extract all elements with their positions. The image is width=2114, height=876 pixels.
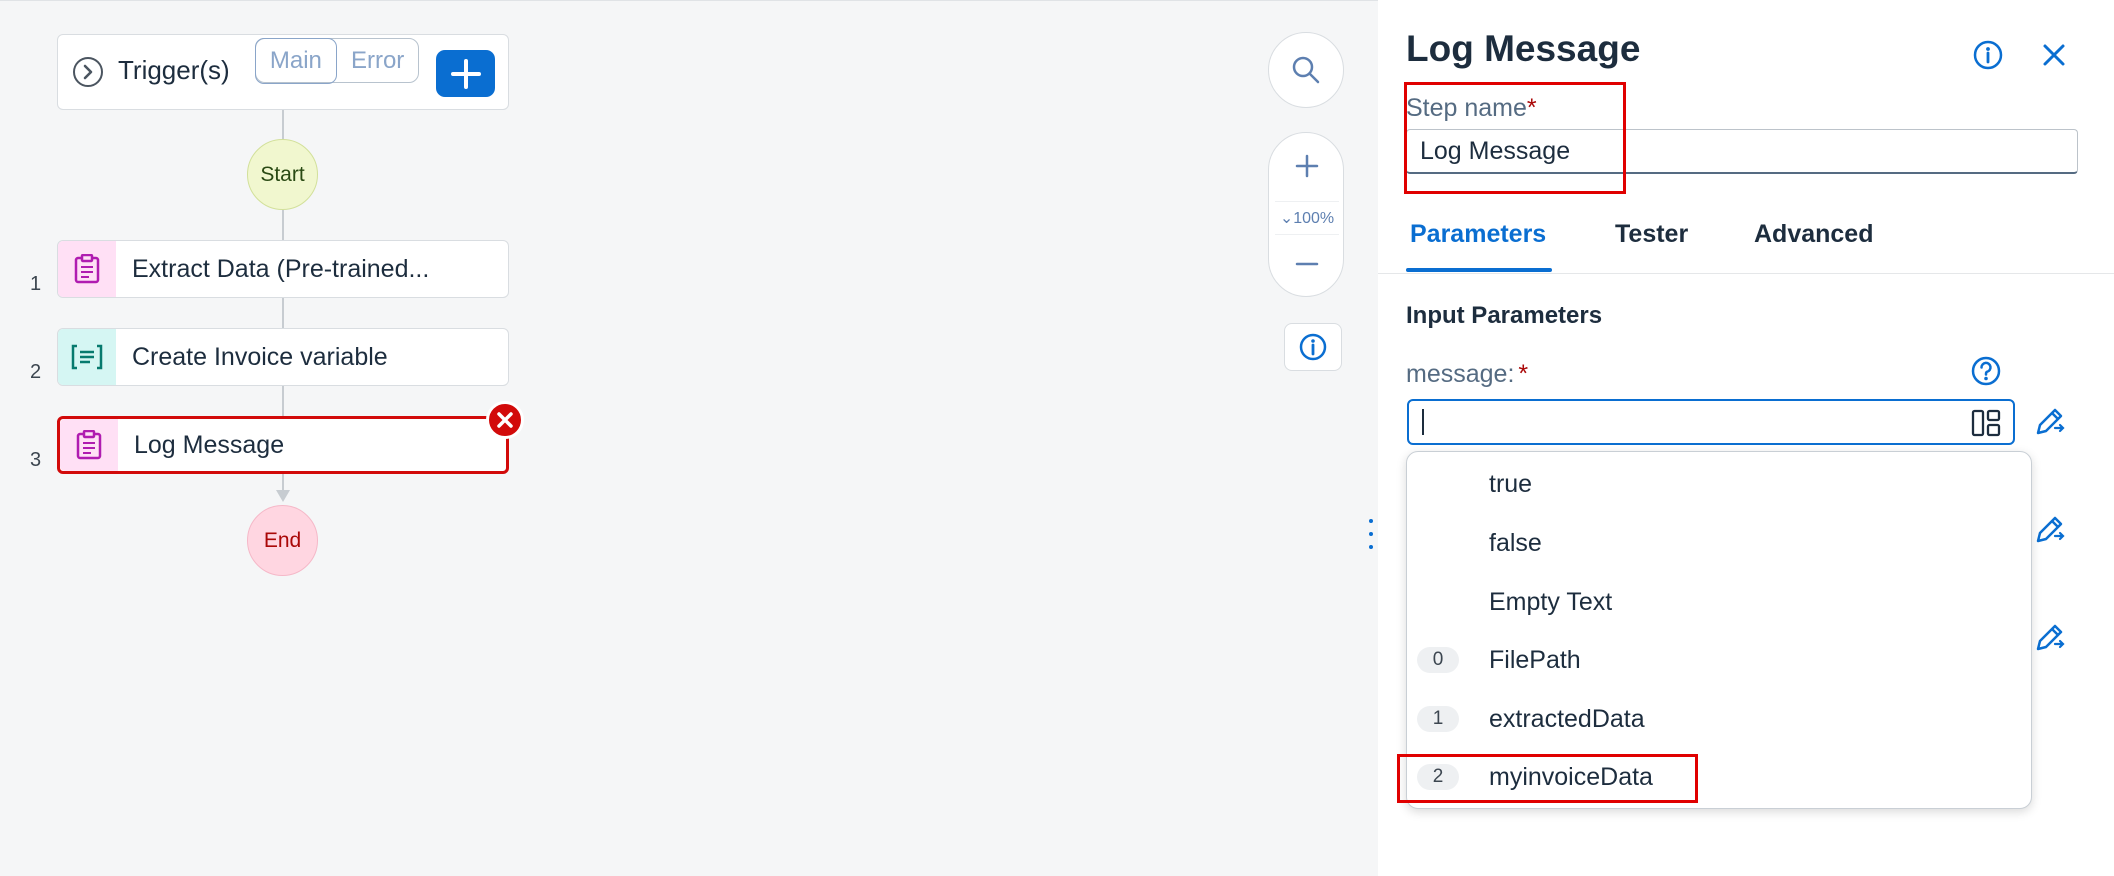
dropdown-item-false[interactable]: false	[1407, 518, 2033, 568]
expression-editor-icon[interactable]	[1971, 409, 2001, 442]
text-cursor	[1422, 409, 1424, 435]
tab-tester[interactable]: Tester	[1615, 220, 1688, 249]
search-button[interactable]	[1268, 32, 1344, 108]
step-log-message[interactable]: Log Message	[57, 401, 524, 474]
tab-parameters[interactable]: Parameters	[1410, 220, 1546, 249]
required-marker: *	[1526, 94, 1537, 122]
tab-main[interactable]: Main	[254, 37, 338, 84]
plus-icon	[450, 58, 481, 89]
info-icon	[1299, 333, 1327, 361]
suggestion-dropdown: true false Empty Text 0 FilePath 1 extra…	[1406, 451, 2032, 809]
connector-line	[282, 386, 284, 416]
search-icon	[1292, 56, 1320, 84]
chevron-down-icon: ⌄	[1279, 210, 1294, 227]
clipboard-icon	[60, 419, 118, 471]
process-canvas[interactable]: Trigger(s) Main Error Start 1 Extract Da…	[0, 0, 1378, 876]
panel-title: Log Message	[1406, 28, 1641, 69]
close-icon[interactable]	[2039, 40, 2069, 75]
dropdown-item-label: Empty Text	[1489, 587, 1613, 616]
clipboard-icon	[58, 241, 116, 297]
dropdown-item-extracteddata[interactable]: 1 extractedData	[1407, 694, 2033, 744]
zoom-in-button[interactable]	[1269, 141, 1345, 191]
info-icon[interactable]	[1972, 39, 2004, 76]
panel-tabs: Parameters Tester Advanced	[1378, 206, 2114, 274]
dropdown-item-myinvoicedata[interactable]: 2 myinvoiceData	[1407, 752, 2033, 802]
step-number: 3	[30, 449, 42, 471]
edit-value-icon[interactable]	[2033, 404, 2067, 443]
arrow-down-icon	[276, 490, 290, 502]
help-icon[interactable]	[1970, 355, 2002, 392]
minus-icon	[1295, 262, 1319, 266]
dropdown-item-label: extractedData	[1489, 704, 1645, 733]
zoom-level-value: 100%	[1293, 210, 1335, 227]
error-icon[interactable]	[486, 401, 524, 439]
plus-icon	[1295, 154, 1319, 178]
tab-error[interactable]: Error	[337, 39, 418, 82]
zoom-level-dropdown[interactable]: ⌄100%	[1275, 201, 1339, 235]
connector-line	[282, 210, 284, 240]
zoom-control: ⌄100%	[1268, 132, 1344, 297]
message-input[interactable]	[1407, 399, 2015, 445]
dropdown-item-label: FilePath	[1489, 645, 1581, 674]
step-label: Create Invoice variable	[132, 342, 388, 371]
properties-panel: Log Message Step name* Log Message Param…	[1378, 0, 2114, 876]
step-label: Log Message	[134, 430, 285, 459]
dropdown-item-label: false	[1489, 528, 1542, 557]
end-node[interactable]: End	[247, 505, 318, 576]
input-parameters-heading: Input Parameters	[1406, 302, 1603, 329]
step-number: 2	[30, 361, 42, 383]
triggers-label[interactable]: Trigger(s)	[118, 55, 230, 86]
dropdown-item-label: myinvoiceData	[1489, 762, 1653, 791]
connector-line	[282, 298, 284, 328]
connector-line	[282, 110, 284, 140]
tab-advanced[interactable]: Advanced	[1754, 220, 1873, 249]
canvas-info-button[interactable]	[1284, 323, 1342, 371]
start-node[interactable]: Start	[247, 139, 318, 210]
variable-index-badge: 0	[1417, 647, 1459, 673]
dropdown-item-empty-text[interactable]: Empty Text	[1407, 577, 2033, 627]
active-tab-indicator	[1406, 268, 1552, 272]
expand-triggers-icon[interactable]	[73, 57, 103, 87]
dropdown-item-true[interactable]: true	[1407, 459, 2033, 509]
variable-index-badge: 1	[1417, 706, 1459, 732]
app-window: Trigger(s) Main Error Start 1 Extract Da…	[0, 0, 2114, 876]
step-name-input[interactable]: Log Message	[1406, 129, 2078, 174]
add-trigger-button[interactable]	[436, 50, 495, 97]
zoom-out-button[interactable]	[1269, 239, 1345, 289]
message-label: message: *	[1406, 360, 1529, 388]
step-name-label: Step name*	[1406, 94, 1537, 122]
edit-value-icon[interactable]	[2033, 512, 2067, 551]
variable-index-badge: 2	[1417, 764, 1459, 790]
step-number: 1	[30, 273, 42, 295]
panel-resize-handle[interactable]	[1368, 519, 1374, 549]
dropdown-item-label: true	[1489, 469, 1533, 498]
step-create-invoice-variable[interactable]: Create Invoice variable	[57, 328, 509, 386]
main-error-toggle[interactable]: Main Error	[254, 37, 419, 84]
step-label: Extract Data (Pre-trained...	[132, 254, 430, 283]
list-variable-icon	[58, 329, 116, 385]
required-marker: *	[1518, 360, 1529, 388]
dropdown-item-filepath[interactable]: 0 FilePath	[1407, 635, 2033, 685]
edit-value-icon[interactable]	[2033, 620, 2067, 659]
step-extract-data[interactable]: Extract Data (Pre-trained...	[57, 240, 509, 298]
